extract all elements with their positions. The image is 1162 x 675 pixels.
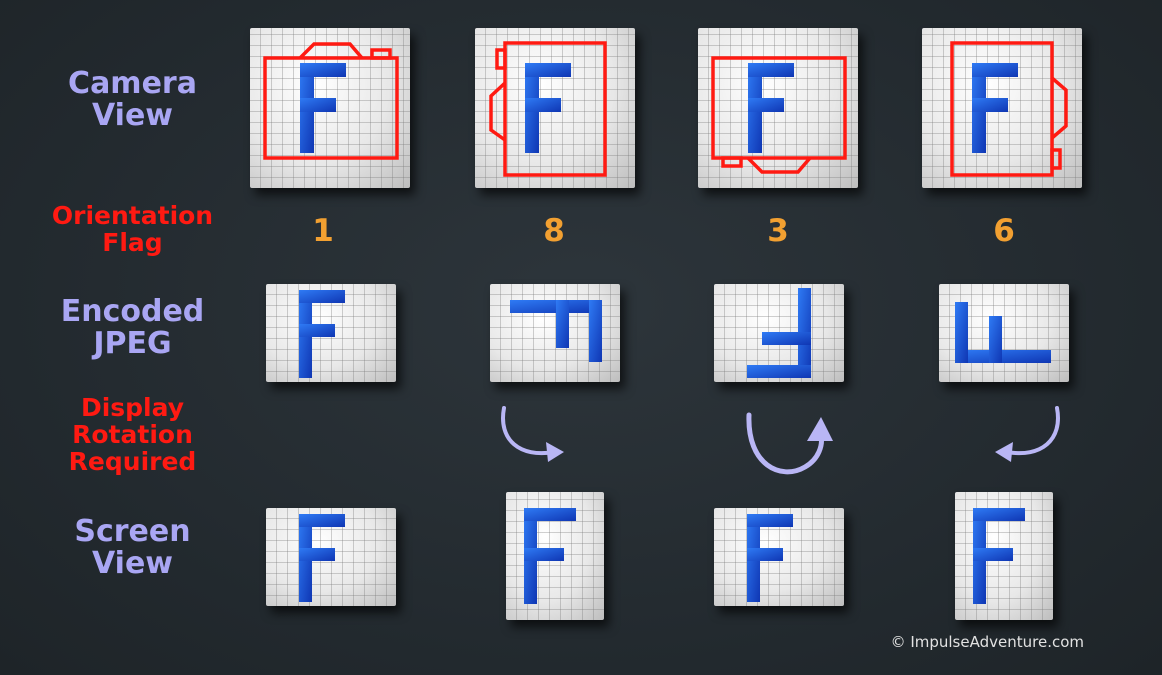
camera-view-8-graphic (489, 41, 607, 177)
letter-f-rotated-icon (510, 300, 602, 362)
encoded-jpeg-tile-6 (939, 284, 1069, 382)
screen-view-tile-6 (955, 492, 1053, 620)
curved-arrow-icon (501, 406, 564, 462)
letter-f-icon (300, 63, 346, 153)
letter-f-icon (972, 63, 1018, 153)
letter-f-icon (525, 63, 571, 153)
orientation-flag-6: 6 (993, 213, 1015, 249)
camera-view-label: Camera View (68, 66, 197, 134)
encoded-jpeg-tile-1 (266, 284, 396, 382)
screen-view-label: Screen View (74, 514, 191, 582)
encoded-jpeg-tile-8 (490, 284, 620, 382)
camera-view-6-graphic (950, 41, 1068, 177)
encoded-jpeg-tile-3 (714, 284, 844, 382)
camera-view-tile-1 (250, 28, 410, 188)
letter-f-rotated-icon (955, 302, 1051, 363)
letter-f-icon (299, 290, 345, 378)
orientation-flag-8: 8 (543, 213, 565, 249)
copyright-text: © ImpulseAdventure.com (890, 633, 1084, 651)
encoded-jpeg-label: Encoded JPEG (60, 294, 205, 362)
camera-view-3-graphic (711, 56, 847, 174)
screen-view-tile-8 (506, 492, 604, 620)
screen-view-tile-3 (714, 508, 844, 606)
letter-f-icon (973, 508, 1025, 604)
screen-view-tile-1 (266, 508, 396, 606)
letter-f-icon (747, 514, 793, 602)
camera-outline-icon (950, 41, 1068, 177)
letter-f-icon (524, 508, 576, 604)
camera-view-tile-3 (698, 28, 858, 188)
camera-view-tile-8 (475, 28, 635, 188)
orientation-flag-label: Orientation Flag (51, 201, 214, 257)
letter-f-upside-down-icon (747, 288, 811, 378)
display-rotation-label: Display Rotation Required (68, 393, 197, 476)
camera-view-1-graphic (263, 42, 399, 160)
curved-arrow-icon (746, 412, 833, 475)
letter-f-icon (299, 514, 345, 602)
orientation-flag-1: 1 (312, 213, 334, 249)
camera-view-tile-6 (922, 28, 1082, 188)
orientation-flag-3: 3 (767, 213, 789, 249)
curved-arrow-icon (995, 406, 1060, 462)
letter-f-icon (748, 63, 794, 153)
